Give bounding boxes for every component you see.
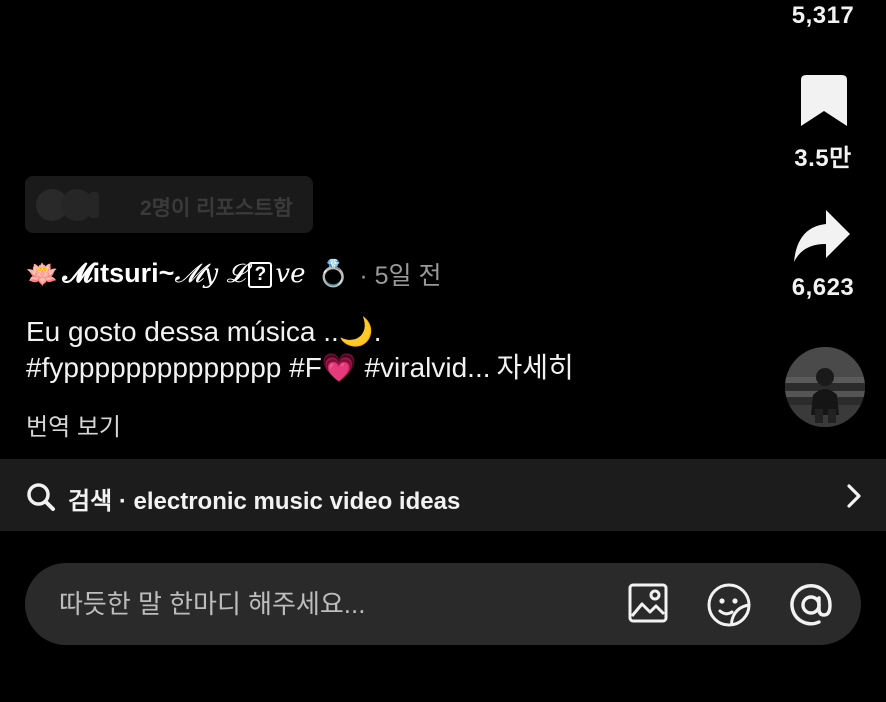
- sound-avatar[interactable]: [785, 347, 865, 427]
- caption[interactable]: Eu gosto dessa música ..🌙. #fypppppppppp…: [26, 314, 746, 386]
- author-name-part3: ve: [275, 259, 306, 289]
- bookmark-button[interactable]: [800, 75, 848, 127]
- repost-avatars: [36, 189, 99, 221]
- avatar-image: [785, 347, 865, 427]
- comment-input[interactable]: [59, 563, 619, 645]
- author-name-box: ?: [248, 261, 273, 288]
- bookmark-count: 3.5만: [794, 145, 852, 172]
- mention-icon[interactable]: [788, 582, 834, 628]
- post-time: · 5일 전: [359, 262, 442, 290]
- share-button[interactable]: [792, 208, 852, 264]
- chevron-right-icon: [847, 484, 861, 508]
- bookmark-icon: [801, 75, 847, 126]
- sticker-icon[interactable]: [706, 582, 752, 628]
- comment-bar: [25, 563, 861, 645]
- search-suggestion-text: 검색 · electronic music video ideas: [68, 488, 461, 515]
- see-more-button[interactable]: 자세히: [497, 352, 574, 383]
- ring-emoji: 💍: [316, 258, 350, 288]
- search-icon: [27, 483, 55, 511]
- video-overlay: 5,317 3.5만 6,623 2명이 리포스트함 🪷 𝓜itsuri~𝓜y …: [0, 0, 886, 702]
- lotus-emoji: 🪷: [26, 258, 59, 289]
- author-name-part1: 𝓜itsuri~: [62, 258, 175, 288]
- search-suggestion-bar[interactable]: 검색 · electronic music video ideas: [0, 459, 886, 531]
- image-icon[interactable]: [627, 582, 669, 624]
- likes-count: 5,317: [791, 2, 855, 29]
- see-translation-button[interactable]: 번역 보기: [26, 407, 121, 442]
- caption-hashtags[interactable]: #fypppppppppppppp #F💗 #viralvid...: [26, 352, 491, 383]
- author-row: 🪷 𝓜itsuri~𝓜y 𝓛? ve 💍 · 5일 전: [26, 253, 441, 295]
- repost-text: 2명이 리포스트함: [140, 197, 293, 220]
- share-icon: [794, 210, 850, 262]
- author-name-part2: 𝓜y 𝓛: [174, 259, 246, 289]
- repost-chip[interactable]: 2명이 리포스트함: [25, 176, 313, 233]
- author-name[interactable]: 𝓜itsuri~𝓜y 𝓛? ve 💍: [62, 258, 349, 290]
- share-count: 6,623: [791, 274, 855, 301]
- caption-line-1: Eu gosto dessa música ..🌙.: [26, 316, 382, 347]
